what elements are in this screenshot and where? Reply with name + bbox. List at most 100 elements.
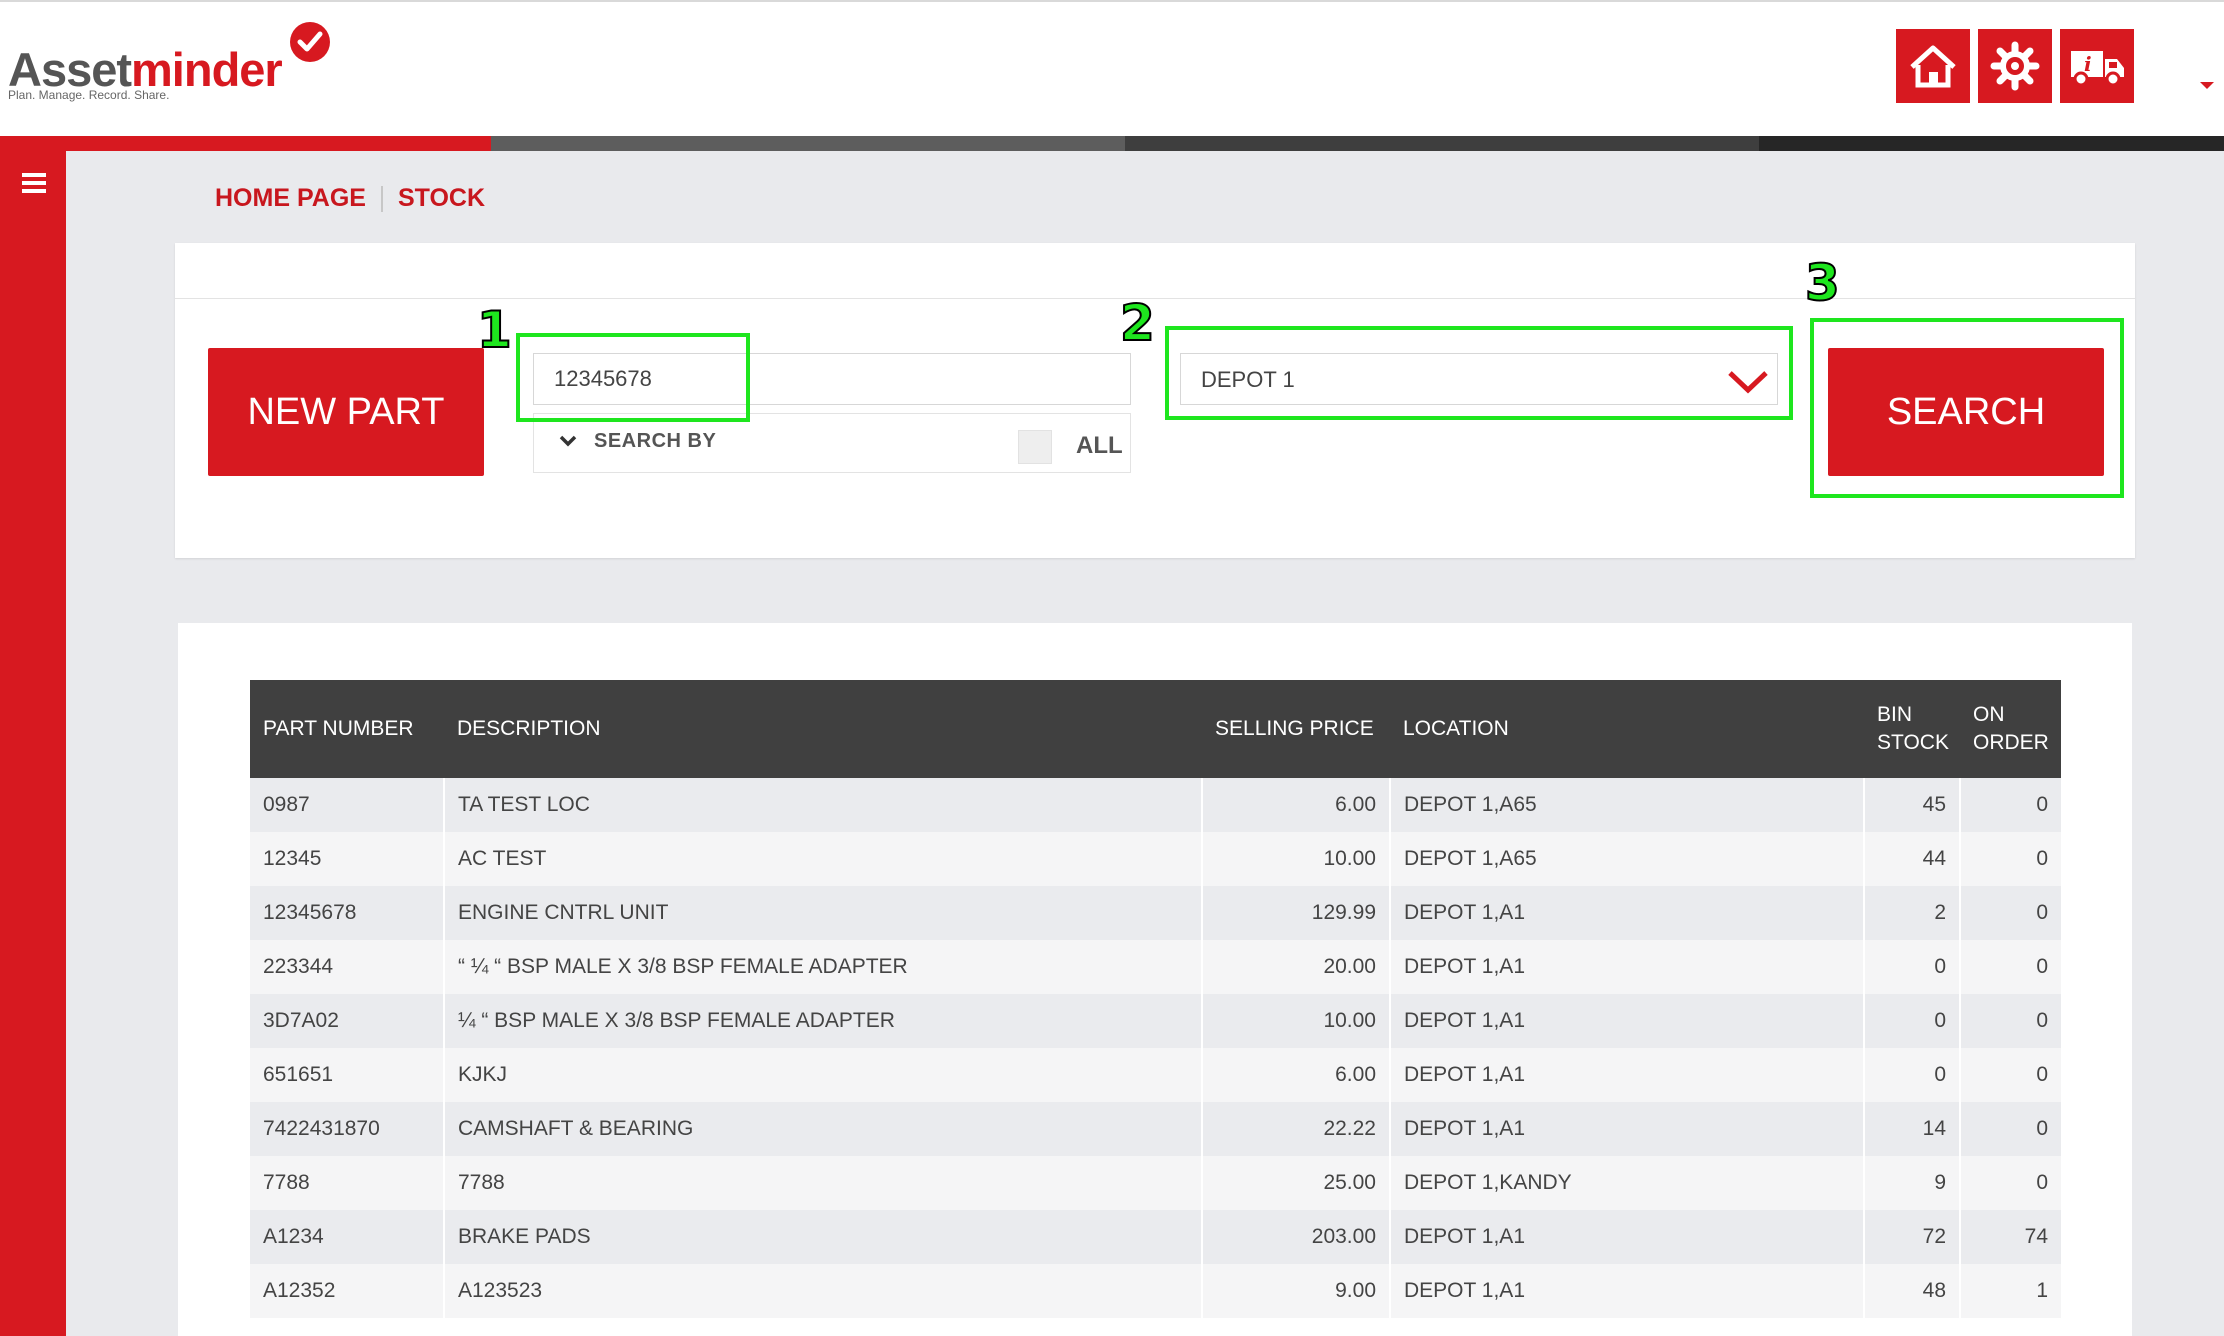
cell-description: “ ¼ “ BSP MALE X 3/8 BSP FEMALE ADAPTER xyxy=(444,940,1203,994)
cell-bin-stock: 0 xyxy=(1864,1048,1961,1102)
chevron-down-icon xyxy=(559,435,577,447)
cell-description: TA TEST LOC xyxy=(444,778,1203,832)
settings-gear-icon xyxy=(1990,41,2040,91)
all-checkbox[interactable] xyxy=(1018,430,1052,464)
col-description[interactable]: DESCRIPTION xyxy=(444,680,1202,778)
cell-description: CAMSHAFT & BEARING xyxy=(444,1102,1203,1156)
cell-location: DEPOT 1,A1 xyxy=(1390,1102,1865,1156)
settings-button[interactable] xyxy=(1978,29,2052,103)
cell-bin-stock: 2 xyxy=(1864,886,1961,940)
home-button[interactable] xyxy=(1896,29,1970,103)
breadcrumb-current[interactable]: STOCK xyxy=(398,184,485,213)
col-selling-price[interactable]: SELLING PRICE xyxy=(1202,680,1390,778)
cell-bin-stock: 0 xyxy=(1864,994,1961,1048)
logo-tagline: Plan. Manage. Record. Share. xyxy=(8,88,170,102)
cell-on-order: 0 xyxy=(1960,1102,2061,1156)
table-row[interactable]: A12352 A123523 9.00 DEPOT 1,A1 48 1 xyxy=(250,1264,2061,1318)
table-header-row: PART NUMBER DESCRIPTION SELLING PRICE LO… xyxy=(250,680,2061,778)
cell-bin-stock: 45 xyxy=(1864,778,1961,832)
cell-on-order: 0 xyxy=(1960,1156,2061,1210)
col-part-number[interactable]: PART NUMBER xyxy=(250,680,444,778)
cell-selling-price: 20.00 xyxy=(1202,940,1391,994)
cell-part-number: 0987 xyxy=(250,778,445,832)
cell-on-order: 0 xyxy=(1960,832,2061,886)
table-row[interactable]: 7422431870 CAMSHAFT & BEARING 22.22 DEPOT 1… xyxy=(250,1102,2061,1156)
col-location[interactable]: LOCATION xyxy=(1390,680,1864,778)
breadcrumb: HOME PAGE STOCK xyxy=(215,184,485,213)
cell-on-order: 0 xyxy=(1960,886,2061,940)
cell-selling-price: 10.00 xyxy=(1202,994,1391,1048)
progress-stripe-red xyxy=(0,136,491,151)
cell-part-number: 12345678 xyxy=(250,886,445,940)
cell-part-number: 7422431870 xyxy=(250,1102,445,1156)
stock-table: PART NUMBER DESCRIPTION SELLING PRICE LO… xyxy=(250,680,2061,1318)
vehicle-info-button[interactable]: i xyxy=(2060,29,2134,103)
svg-text:i: i xyxy=(2084,52,2092,76)
cell-description: ENGINE CNTRL UNIT xyxy=(444,886,1203,940)
cell-description: AC TEST xyxy=(444,832,1203,886)
cell-location: DEPOT 1,A65 xyxy=(1390,778,1865,832)
cell-selling-price: 203.00 xyxy=(1202,1210,1391,1264)
cell-location: DEPOT 1,A1 xyxy=(1390,1048,1865,1102)
table-row[interactable]: 651651 KJKJ 6.00 DEPOT 1,A1 0 0 xyxy=(250,1048,2061,1102)
cell-description: 7788 xyxy=(444,1156,1203,1210)
table-row[interactable]: 0987 TA TEST LOC 6.00 DEPOT 1,A65 45 0 xyxy=(250,778,2061,832)
table-row[interactable]: 223344 “ ¼ “ BSP MALE X 3/8 BSP FEMALE AD… xyxy=(250,940,2061,994)
col-on-order-line2: ORDER xyxy=(1973,731,2049,754)
top-header: Assetminder Plan. Manage. Record. Share. xyxy=(0,0,2224,136)
annotation-box-1 xyxy=(516,333,750,422)
results-panel: PART NUMBER DESCRIPTION SELLING PRICE LO… xyxy=(178,623,2132,1336)
cell-location: DEPOT 1,A1 xyxy=(1390,1210,1865,1264)
panel-divider xyxy=(175,298,2135,299)
new-part-button[interactable]: NEW PART xyxy=(208,348,484,476)
cell-selling-price: 10.00 xyxy=(1202,832,1391,886)
annotation-number-2: 2 xyxy=(1119,294,1156,352)
table-row[interactable]: 12345 AC TEST 10.00 DEPOT 1,A65 44 0 xyxy=(250,832,2061,886)
cell-on-order: 0 xyxy=(1960,1048,2061,1102)
cell-part-number: 3D7A02 xyxy=(250,994,445,1048)
header-icon-group: i xyxy=(1896,29,2134,103)
hamburger-menu-icon[interactable] xyxy=(22,173,46,193)
checkmark-badge-icon xyxy=(290,22,330,62)
col-bin-stock[interactable]: BIN STOCK xyxy=(1864,680,1960,778)
cell-part-number: 651651 xyxy=(250,1048,445,1102)
cell-location: DEPOT 1,A1 xyxy=(1390,940,1865,994)
cell-bin-stock: 9 xyxy=(1864,1156,1961,1210)
sidebar xyxy=(0,151,66,1336)
cell-location: DEPOT 1,A1 xyxy=(1390,994,1865,1048)
cell-location: DEPOT 1,A1 xyxy=(1390,886,1865,940)
cell-description: ¼ “ BSP MALE X 3/8 BSP FEMALE ADAPTER xyxy=(444,994,1203,1048)
cell-description: KJKJ xyxy=(444,1048,1203,1102)
cell-on-order: 0 xyxy=(1960,778,2061,832)
table-row[interactable]: A1234 BRAKE PADS 203.00 DEPOT 1,A1 72 74 xyxy=(250,1210,2061,1264)
cell-selling-price: 9.00 xyxy=(1202,1264,1391,1318)
cell-on-order: 0 xyxy=(1960,994,2061,1048)
table-row[interactable]: 12345678 ENGINE CNTRL UNIT 129.99 DEPOT 1,A… xyxy=(250,886,2061,940)
col-on-order-line1: ON xyxy=(1973,703,2005,726)
user-menu-chevron-down-icon[interactable] xyxy=(2200,82,2214,89)
cell-on-order: 74 xyxy=(1960,1210,2061,1264)
col-bin-stock-line1: BIN xyxy=(1877,703,1913,726)
cell-location: DEPOT 1,A65 xyxy=(1390,832,1865,886)
table-row[interactable]: 7788 7788 25.00 DEPOT 1,KANDY 9 0 xyxy=(250,1156,2061,1210)
cell-selling-price: 25.00 xyxy=(1202,1156,1391,1210)
cell-location: DEPOT 1,A1 xyxy=(1390,1264,1865,1318)
cell-part-number: 12345 xyxy=(250,832,445,886)
cell-location: DEPOT 1,KANDY xyxy=(1390,1156,1865,1210)
assetminder-logo[interactable]: Assetminder Plan. Manage. Record. Share. xyxy=(8,20,338,110)
search-by-toggle[interactable]: SEARCH BY ALL xyxy=(533,413,1131,473)
col-bin-stock-line2: STOCK xyxy=(1877,731,1949,754)
annotation-box-2 xyxy=(1165,326,1793,420)
cell-bin-stock: 44 xyxy=(1864,832,1961,886)
cell-on-order: 1 xyxy=(1960,1264,2061,1318)
progress-stripe-black xyxy=(1759,136,2224,151)
cell-description: A123523 xyxy=(444,1264,1203,1318)
cell-part-number: A12352 xyxy=(250,1264,445,1318)
table-row[interactable]: 3D7A02 ¼ “ BSP MALE X 3/8 BSP FEMALE ADAP… xyxy=(250,994,2061,1048)
cell-selling-price: 22.22 xyxy=(1202,1102,1391,1156)
cell-part-number: 223344 xyxy=(250,940,445,994)
info-truck-icon: i xyxy=(2071,51,2124,87)
col-on-order[interactable]: ON ORDER xyxy=(1960,680,2061,778)
cell-bin-stock: 14 xyxy=(1864,1102,1961,1156)
breadcrumb-home-link[interactable]: HOME PAGE xyxy=(215,184,366,213)
